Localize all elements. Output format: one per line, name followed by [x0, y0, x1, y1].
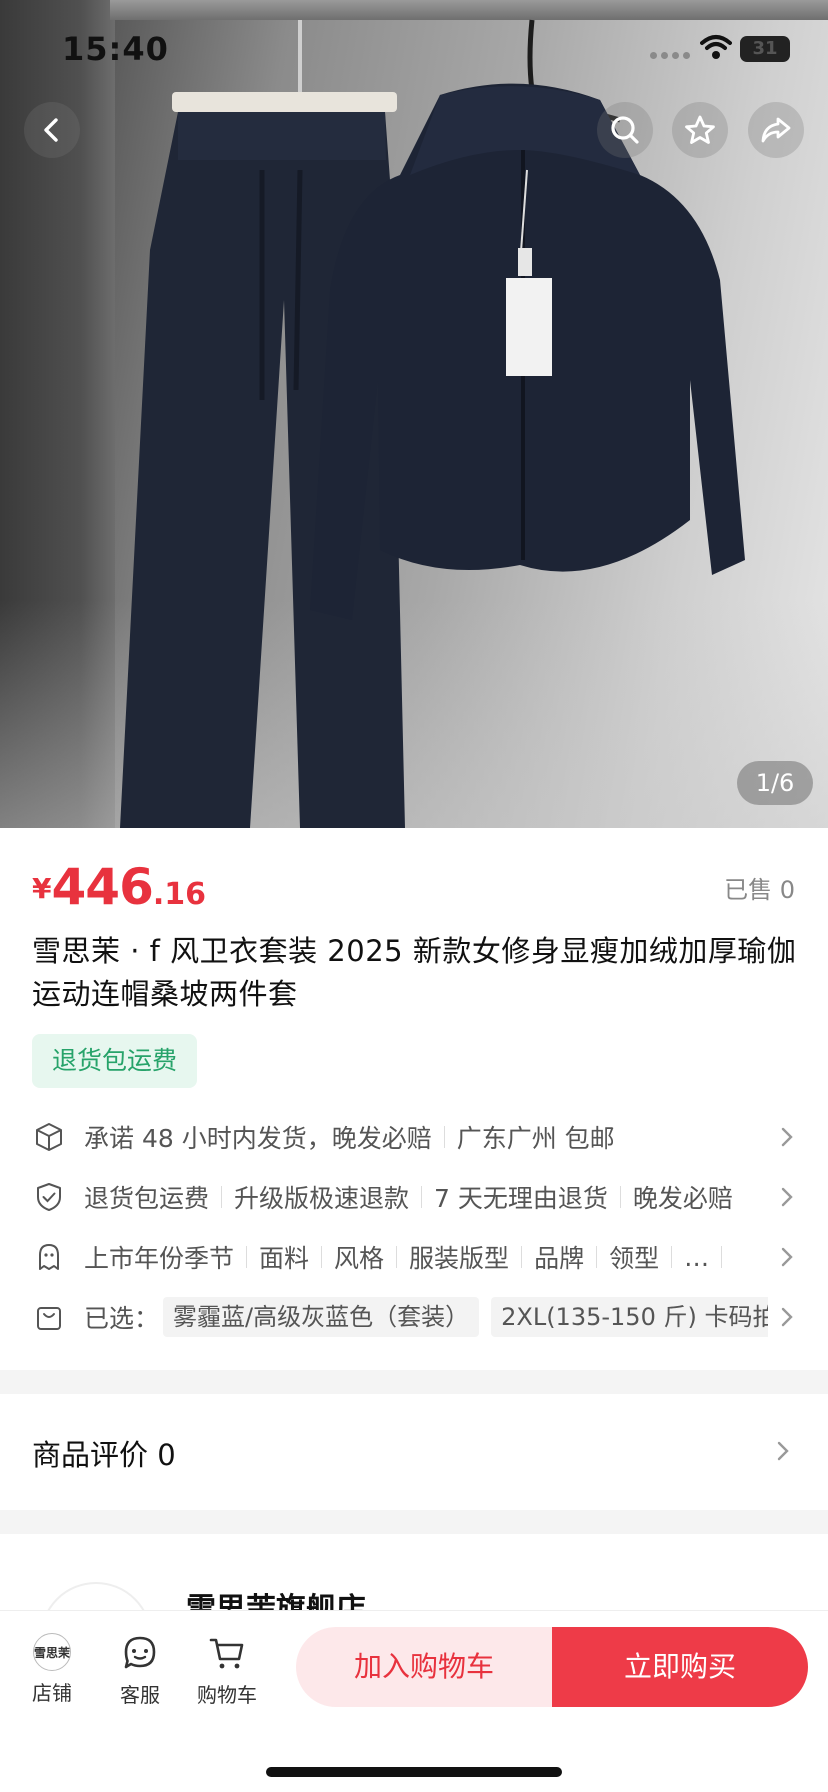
shipping-origin: 广东广州 包邮: [456, 1124, 615, 1153]
service-text: 退货包运费 升级版极速退款 7 天无理由退货 晚发必赔: [84, 1179, 768, 1215]
shipping-row[interactable]: 承诺 48 小时内发货，晚发必赔 广东广州 包邮: [32, 1117, 798, 1157]
cart-label: 购物车: [197, 1683, 257, 1707]
cart-button[interactable]: 购物车: [192, 1633, 262, 1708]
home-indicator: [266, 1767, 562, 1777]
service-item: 退货包运费: [84, 1184, 210, 1213]
battery-icon: 31: [740, 36, 790, 62]
chevron-right-icon: [772, 1440, 794, 1462]
sold-count: 已售 0: [724, 876, 795, 904]
share-icon: [761, 117, 791, 143]
param-item: …: [684, 1242, 710, 1272]
return-shipping-tag: 退货包运费: [32, 1034, 197, 1088]
ghost-params-icon: [32, 1240, 66, 1274]
product-params-row[interactable]: 上市年份季节 面料 风格 服装版型 品牌 领型 …: [32, 1237, 798, 1277]
price-integer: 446: [51, 858, 153, 916]
customer-service-button[interactable]: 客服: [105, 1633, 175, 1708]
selected-sku-row[interactable]: 已选： 雾霾蓝/高级灰蓝色（套装） 2XL(135-150 斤) 卡码拍: [32, 1297, 798, 1337]
service-label: 客服: [120, 1683, 160, 1707]
image-counter: 1/6: [737, 761, 813, 805]
status-bar: 15:40 31: [0, 0, 828, 100]
shop-logo-icon: 雪思茉: [33, 1633, 71, 1671]
add-to-cart-button[interactable]: 加入购物车: [296, 1627, 552, 1707]
chevron-right-icon: [776, 1306, 798, 1328]
price-currency: ¥: [32, 872, 52, 905]
service-guarantee-row[interactable]: 退货包运费 升级版极速退款 7 天无理由退货 晚发必赔: [32, 1177, 798, 1217]
param-item: 领型: [609, 1244, 660, 1273]
selected-text: 已选： 雾霾蓝/高级灰蓝色（套装） 2XL(135-150 斤) 卡码拍: [84, 1297, 768, 1337]
chevron-left-icon: [44, 118, 58, 142]
chevron-right-icon: [776, 1246, 798, 1268]
chat-icon: [120, 1633, 160, 1673]
params-text: 上市年份季节 面料 风格 服装版型 品牌 领型 …: [84, 1239, 768, 1275]
favorite-button[interactable]: [672, 102, 728, 158]
buy-now-button[interactable]: 立即购买: [552, 1627, 808, 1707]
product-detail-page: 15:40 31 1/6 ¥446.16 已售 0 雪思茉 · f 风卫衣套装 …: [0, 0, 828, 1792]
search-icon: [611, 116, 639, 144]
param-item: 面料: [259, 1244, 310, 1273]
sku-color-chip: 雾霾蓝/高级灰蓝色（套装）: [163, 1297, 480, 1337]
service-item: 晚发必赔: [632, 1184, 733, 1213]
search-button[interactable]: [597, 102, 653, 158]
shield-check-icon: [32, 1180, 66, 1214]
bottom-action-bar: 雪思茉 店铺 客服 购物车 加入购物车 立即购买: [0, 1610, 828, 1792]
price: ¥446.16: [32, 858, 206, 916]
param-item: 服装版型: [409, 1244, 510, 1273]
delivery-box-icon: [32, 1120, 66, 1154]
reviews-section[interactable]: 商品评价 0: [0, 1394, 828, 1510]
service-item: 升级版极速退款: [234, 1184, 410, 1213]
shipping-text: 承诺 48 小时内发货，晚发必赔 广东广州 包邮: [84, 1119, 768, 1155]
param-item: 风格: [334, 1244, 385, 1273]
cellular-signal-icon: [650, 52, 690, 60]
product-info-panel: ¥446.16 已售 0 雪思茉 · f 风卫衣套装 2025 新款女修身显瘦加…: [0, 828, 828, 1370]
back-button[interactable]: [24, 102, 80, 158]
shop-label: 店铺: [32, 1681, 72, 1705]
cart-icon: [207, 1633, 247, 1673]
service-item: 7 天无理由退货: [434, 1184, 608, 1213]
selected-label: 已选：: [84, 1304, 160, 1333]
product-image-gallery[interactable]: 15:40 31 1/6: [0, 0, 828, 828]
chevron-right-icon: [776, 1186, 798, 1208]
shop-button[interactable]: 雪思茉 店铺: [17, 1633, 87, 1706]
bag-icon: [32, 1300, 66, 1334]
reviews-label: 商品评价 0: [32, 1438, 176, 1472]
price-decimal: .16: [152, 877, 207, 912]
param-item: 品牌: [534, 1244, 585, 1273]
sku-size-chip: 2XL(135-150 斤) 卡码拍: [491, 1297, 768, 1337]
chevron-right-icon: [776, 1126, 798, 1148]
shipping-promise: 承诺 48 小时内发货，晚发必赔: [84, 1124, 432, 1153]
status-time: 15:40: [62, 30, 169, 68]
share-button[interactable]: [748, 102, 804, 158]
star-icon: [685, 115, 715, 144]
param-item: 上市年份季节: [84, 1244, 235, 1273]
product-title: 雪思茉 · f 风卫衣套装 2025 新款女修身显瘦加绒加厚瑜伽运动连帽桑坡两件…: [32, 934, 797, 1011]
wifi-icon: [700, 35, 732, 59]
